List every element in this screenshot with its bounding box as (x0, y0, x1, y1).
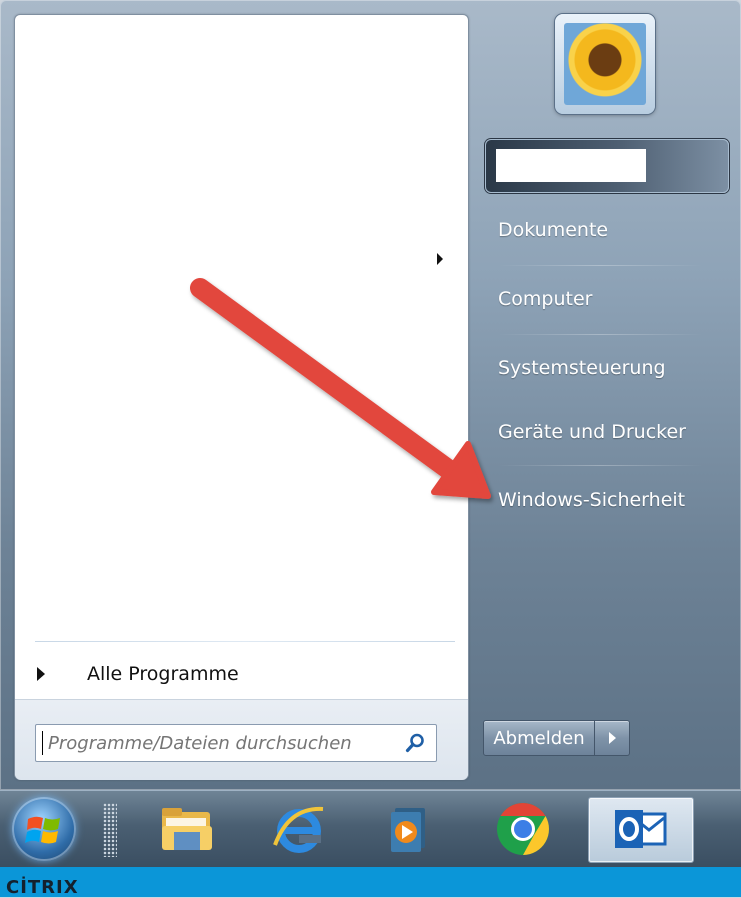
outlook-icon (615, 810, 667, 848)
chrome-button[interactable] (486, 797, 560, 861)
shutdown-group: Abmelden (483, 720, 630, 756)
all-programs-button[interactable]: Alle Programme (35, 657, 455, 691)
link-devices-printers[interactable]: Geräte und Drucker (483, 410, 723, 454)
triangle-right-icon (608, 732, 616, 744)
redacted-user-name (496, 149, 646, 182)
citrix-logo: CİTRIX (6, 877, 79, 898)
user-picture[interactable] (555, 14, 655, 114)
start-menu: Alle Programme Dokumente Computer System… (0, 0, 741, 790)
search-box[interactable] (35, 724, 437, 762)
windows-logo-icon (25, 816, 60, 844)
submenu-arrow-icon[interactable] (437, 253, 443, 265)
link-computer[interactable]: Computer (483, 277, 723, 321)
separator (498, 265, 703, 266)
internet-explorer-icon (273, 806, 324, 853)
shutdown-options-button[interactable] (595, 720, 630, 756)
separator (498, 465, 703, 466)
start-orb-icon[interactable] (12, 797, 76, 861)
link-documents[interactable]: Dokumente (483, 208, 723, 252)
triangle-right-icon (37, 667, 45, 681)
divider (35, 641, 455, 642)
chrome-icon (497, 803, 549, 855)
search-icon[interactable] (404, 732, 426, 754)
file-explorer-icon (162, 808, 212, 850)
all-programs-label: Alle Programme (87, 663, 239, 685)
taskbar (0, 790, 741, 868)
left-pane: Alle Programme (14, 14, 469, 780)
sunflower-avatar-icon (564, 23, 646, 105)
media-player-button[interactable] (372, 797, 446, 861)
text-caret (42, 731, 43, 755)
link-windows-security[interactable]: Windows-Sicherheit (483, 478, 723, 522)
separator (498, 334, 703, 335)
user-name-item[interactable] (485, 139, 729, 193)
search-input[interactable] (46, 731, 390, 755)
link-control-panel[interactable]: Systemsteuerung (483, 346, 723, 390)
logoff-button[interactable]: Abmelden (483, 720, 595, 756)
media-player-icon (391, 808, 425, 852)
outlook-button[interactable] (588, 797, 694, 863)
search-area (15, 699, 468, 780)
taskbar-grip[interactable] (103, 803, 117, 857)
internet-explorer-button[interactable] (262, 797, 336, 861)
file-explorer-button[interactable] (150, 797, 224, 861)
citrix-bar: CİTRIX (0, 867, 741, 898)
